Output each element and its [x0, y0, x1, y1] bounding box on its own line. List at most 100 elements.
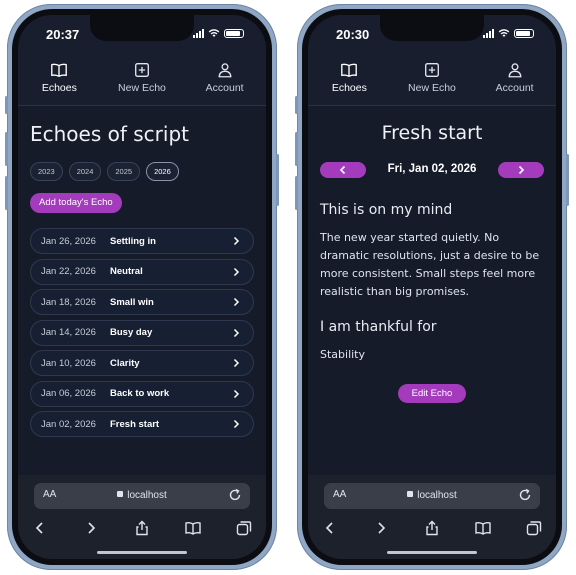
url-text: localhost: [127, 490, 167, 501]
volume-down-button: [295, 176, 298, 210]
forward-icon[interactable]: [373, 520, 389, 536]
power-button: [566, 154, 569, 206]
chevron-right-icon: [233, 419, 240, 429]
back-icon[interactable]: [32, 520, 48, 536]
year-chip-2026[interactable]: 2026: [146, 162, 179, 181]
echo-date: Jan 06, 2026: [41, 388, 96, 399]
browser-bottom-bar: AA localhost: [308, 475, 556, 559]
nav-new-echo-label: New Echo: [118, 81, 166, 94]
share-icon[interactable]: [134, 520, 150, 536]
echo-list-page: Echoes of script 2023 2024 2025 2026 Add…: [18, 106, 266, 475]
list-item[interactable]: Jan 26, 2026 Settling in: [30, 228, 254, 254]
echo-title: Clarity: [110, 357, 140, 369]
list-item[interactable]: Jan 14, 2026 Busy day: [30, 319, 254, 346]
reload-icon[interactable]: [228, 488, 242, 502]
date-navigator: Fri, Jan 02, 2026: [320, 160, 544, 180]
browser-bottom-bar: AA localhost: [18, 475, 266, 559]
echo-date: Jan 26, 2026: [41, 235, 96, 247]
echo-detail-page: Fresh start Fri, Jan 02, 2026 This is on…: [308, 106, 556, 475]
echo-title: Neutral: [110, 266, 143, 277]
list-item[interactable]: Jan 06, 2026 Back to work: [30, 380, 254, 407]
bookmarks-icon[interactable]: [185, 520, 201, 536]
plus-square-icon: [425, 62, 439, 77]
reload-icon[interactable]: [518, 488, 532, 502]
echo-date: Jan 14, 2026: [41, 327, 96, 338]
cellular-signal-icon: [193, 28, 204, 38]
echo-detail-title: Fresh start: [381, 122, 483, 144]
add-todays-echo-button[interactable]: Add today's Echo: [30, 193, 122, 213]
chevron-right-icon: [233, 236, 240, 246]
battery-icon: [514, 28, 534, 38]
forward-icon[interactable]: [83, 520, 99, 536]
browser-toolbar: [32, 517, 252, 539]
list-item[interactable]: Jan 22, 2026 Neutral: [30, 258, 254, 285]
bezel: 20:30 Echoes New Echo Account Fresh star…: [302, 9, 562, 565]
notch: [380, 15, 484, 41]
mute-switch: [295, 96, 298, 114]
tabs-icon[interactable]: [526, 520, 542, 536]
url-text: localhost: [417, 490, 457, 501]
echo-title: Fresh start: [110, 418, 160, 430]
screen-echo-list: 20:37 Echoes New Echo Account Echoes of …: [18, 15, 266, 559]
section-heading-thankful: I am thankful for: [320, 319, 437, 335]
mute-switch: [5, 96, 8, 114]
tabs-icon[interactable]: [236, 520, 252, 536]
nav-account[interactable]: Account: [185, 49, 265, 105]
section-text-mind: The new year started quietly. No dramati…: [320, 231, 540, 298]
status-bar: 20:30: [308, 15, 556, 49]
list-item[interactable]: Jan 10, 2026 Clarity: [30, 350, 254, 376]
list-item[interactable]: Jan 18, 2026 Small win: [30, 289, 254, 315]
echo-date: Jan 02, 2026: [41, 418, 96, 430]
home-indicator: [97, 551, 187, 554]
chevron-right-icon: [518, 165, 525, 175]
book-icon: [51, 63, 68, 77]
address-bar[interactable]: AA localhost: [34, 483, 250, 509]
echo-date: Jan 10, 2026: [41, 357, 96, 369]
nav-echoes[interactable]: Echoes: [309, 49, 389, 105]
edit-echo-button[interactable]: Edit Echo: [398, 384, 466, 403]
nav-account-label: Account: [205, 81, 244, 94]
phone-frame-left: 20:37 Echoes New Echo Account Echoes of …: [5, 4, 279, 570]
echo-title: Settling in: [110, 235, 156, 247]
address-bar[interactable]: AA localhost: [324, 483, 540, 509]
bezel: 20:37 Echoes New Echo Account Echoes of …: [12, 9, 272, 565]
chevron-right-icon: [233, 297, 240, 307]
echo-date: Jan 22, 2026: [41, 266, 96, 277]
year-chip-2023[interactable]: 2023: [30, 162, 63, 181]
chevron-right-icon: [233, 389, 240, 398]
next-echo-button[interactable]: [498, 162, 544, 178]
echo-date: Jan 18, 2026: [41, 296, 96, 308]
lock-icon: [407, 491, 414, 497]
nav-new-echo[interactable]: New Echo: [102, 49, 182, 105]
nav-new-echo-label: New Echo: [408, 81, 456, 94]
nav-echoes-label: Echoes: [41, 81, 77, 94]
page-title: Echoes of script: [30, 122, 189, 146]
power-button: [276, 154, 279, 206]
cellular-signal-icon: [483, 28, 494, 38]
section-text-thankful: Stability: [320, 348, 366, 361]
nav-account[interactable]: Account: [475, 49, 555, 105]
top-navigation: Echoes New Echo Account: [308, 49, 556, 106]
year-chip-2024[interactable]: 2024: [68, 162, 102, 181]
year-chip-2025[interactable]: 2025: [107, 162, 141, 181]
wifi-icon: [208, 29, 220, 37]
url-display: localhost: [324, 490, 540, 501]
list-item[interactable]: Jan 02, 2026 Fresh start: [30, 411, 254, 437]
share-icon[interactable]: [424, 520, 440, 536]
year-filter: 2023 2024 2025 2026: [30, 162, 179, 181]
chevron-right-icon: [233, 267, 240, 276]
top-navigation: Echoes New Echo Account: [18, 49, 266, 106]
bookmarks-icon[interactable]: [475, 520, 491, 536]
status-time: 20:30: [336, 27, 370, 42]
status-icons: [483, 28, 534, 38]
echo-title: Small win: [110, 296, 154, 308]
wifi-icon: [498, 29, 510, 37]
back-icon[interactable]: [322, 520, 338, 536]
url-display: localhost: [34, 490, 250, 501]
echo-title: Back to work: [110, 388, 170, 399]
nav-echoes[interactable]: Echoes: [19, 49, 99, 105]
person-icon: [218, 62, 232, 77]
chevron-right-icon: [233, 358, 240, 368]
screen-echo-detail: 20:30 Echoes New Echo Account Fresh star…: [308, 15, 556, 559]
nav-new-echo[interactable]: New Echo: [392, 49, 472, 105]
